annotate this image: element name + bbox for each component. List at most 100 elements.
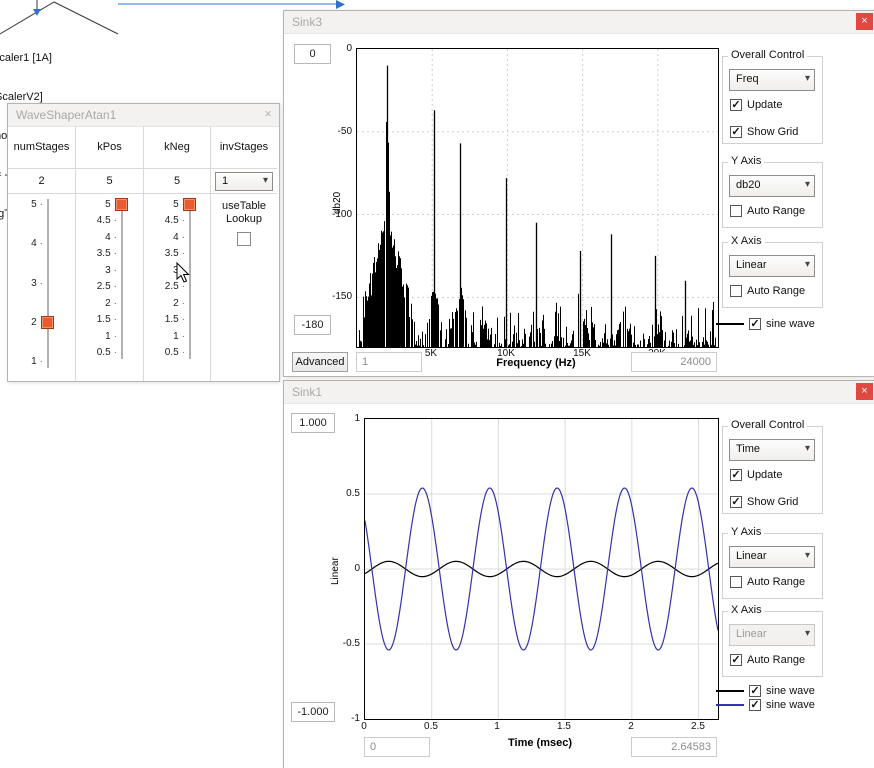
close-button[interactable]: × bbox=[856, 383, 873, 400]
y-axis-label: Linear bbox=[330, 557, 341, 585]
overall-dropdown[interactable]: Freq ▾ bbox=[729, 69, 815, 91]
slider-handle[interactable] bbox=[183, 198, 196, 211]
show-grid-checkbox-row[interactable]: ✓ Show Grid bbox=[730, 495, 798, 509]
y-auto-range-row[interactable]: Auto Range bbox=[730, 204, 805, 218]
checkbox-icon[interactable]: ✓ bbox=[730, 99, 742, 111]
spectrum-plot[interactable] bbox=[356, 48, 719, 348]
checkbox-icon[interactable]: ✓ bbox=[730, 126, 742, 138]
kpos-column: kPos 5 5·4.5·4·3.5·3·2.5·2·1.5·1·0.5· bbox=[76, 126, 144, 381]
close-button[interactable]: × bbox=[856, 13, 873, 30]
legend-line-sample bbox=[716, 704, 744, 706]
checkbox-icon[interactable]: ✓ bbox=[730, 469, 742, 481]
x-axis-dropdown[interactable]: Linear ▾ bbox=[729, 255, 815, 277]
legend-line-sample bbox=[716, 323, 744, 325]
legend-row: ✓ sine wave bbox=[716, 698, 815, 712]
checkbox-label: Auto Range bbox=[747, 285, 805, 297]
usetable-checkbox[interactable] bbox=[237, 232, 251, 246]
slider-handle[interactable] bbox=[115, 198, 128, 211]
sink3-titlebar[interactable]: Sink3 × bbox=[284, 11, 874, 34]
slider-tick: 5· bbox=[8, 199, 43, 211]
y-auto-range-row[interactable]: Auto Range bbox=[730, 575, 805, 589]
checkbox-icon[interactable]: ✓ bbox=[730, 496, 742, 508]
x-auto-range-row[interactable]: ✓ Auto Range bbox=[730, 653, 805, 667]
kneg-value[interactable]: 5 bbox=[144, 169, 210, 194]
waveform-plot[interactable] bbox=[364, 418, 719, 720]
slider-tick: 2· bbox=[144, 298, 185, 310]
y-tick: 0.5 bbox=[332, 488, 360, 499]
legend-label: sine wave bbox=[766, 685, 815, 697]
group-label: X Axis bbox=[728, 235, 765, 247]
checkbox-icon[interactable] bbox=[730, 576, 742, 588]
y-tick: 1 bbox=[332, 413, 360, 424]
checkbox-label: Show Grid bbox=[747, 496, 798, 508]
checkbox-icon[interactable] bbox=[730, 285, 742, 297]
y-tick: -50 bbox=[324, 126, 352, 137]
show-grid-checkbox-row[interactable]: ✓ Show Grid bbox=[730, 125, 798, 139]
x-axis-dropdown[interactable]: Linear ▾ bbox=[729, 624, 815, 646]
chevron-down-icon: ▾ bbox=[263, 175, 268, 186]
legend-checkbox[interactable]: ✓ bbox=[749, 318, 761, 330]
y-axis-dropdown[interactable]: Linear ▾ bbox=[729, 546, 815, 568]
x-axis-label: Frequency (Hz) bbox=[456, 357, 616, 369]
x-auto-range-row[interactable]: Auto Range bbox=[730, 284, 805, 298]
sink1-titlebar[interactable]: Sink1 × bbox=[284, 381, 874, 404]
slider-tick: 1.5· bbox=[76, 314, 117, 326]
x-min-field[interactable]: 1 bbox=[356, 352, 422, 372]
chevron-down-icon: ▾ bbox=[805, 628, 810, 639]
y-max-field[interactable]: 1.000 bbox=[291, 413, 335, 433]
x-tick: 0.5 bbox=[414, 721, 448, 732]
slider-tick: 4· bbox=[144, 232, 185, 244]
close-icon[interactable]: × bbox=[264, 106, 272, 122]
dropdown-value: Linear bbox=[736, 628, 767, 640]
slider-handle[interactable] bbox=[41, 316, 54, 329]
x-max-field[interactable]: 24000 bbox=[631, 352, 717, 372]
numstages-slider[interactable]: 5·4·3·2·1· bbox=[8, 192, 75, 381]
slider-track bbox=[47, 199, 49, 368]
update-checkbox-row[interactable]: ✓ Update bbox=[730, 98, 782, 112]
legend-label: sine wave bbox=[766, 699, 815, 711]
checkbox-icon[interactable]: ✓ bbox=[730, 654, 742, 666]
waveshaper-titlebar[interactable]: WaveShaperAtan1 × bbox=[8, 104, 279, 127]
dropdown-value: 1 bbox=[222, 175, 228, 187]
slider-tick: 4· bbox=[8, 238, 43, 250]
legend-row: ✓ sine wave bbox=[716, 684, 815, 698]
slider-tick: 2· bbox=[76, 298, 117, 310]
sink1-window: Sink1 × 1.000 -1.000 1 0.5 0 -0.5 -1 0 0… bbox=[283, 380, 874, 768]
legend-checkbox[interactable]: ✓ bbox=[749, 699, 761, 711]
dropdown-value: Freq bbox=[736, 73, 759, 85]
chevron-down-icon: ▾ bbox=[805, 259, 810, 270]
kneg-slider[interactable]: 5·4.5·4·3.5·3·2.5·2·1.5·1·0.5· bbox=[144, 192, 210, 381]
y-tick: -0.5 bbox=[332, 638, 360, 649]
y-min-field[interactable]: -180 bbox=[294, 315, 331, 335]
y-axis-dropdown[interactable]: db20 ▾ bbox=[729, 175, 815, 197]
overall-dropdown[interactable]: Time ▾ bbox=[729, 439, 815, 461]
slider-tick: 5· bbox=[144, 199, 185, 211]
window-title: WaveShaperAtan1 bbox=[16, 108, 116, 122]
usetable-lookup-area: useTable Lookup bbox=[211, 192, 277, 381]
debug-line: Scaler1 [1A] bbox=[0, 52, 82, 65]
y-min-field[interactable]: -1.000 bbox=[291, 702, 335, 722]
x-max-field[interactable]: 2.64583 bbox=[631, 737, 717, 757]
update-checkbox-row[interactable]: ✓ Update bbox=[730, 468, 782, 482]
usetable-label: useTable bbox=[211, 200, 277, 212]
legend-checkbox[interactable]: ✓ bbox=[749, 685, 761, 697]
kpos-slider[interactable]: 5·4.5·4·3.5·3·2.5·2·1.5·1·0.5· bbox=[76, 192, 143, 381]
checkbox-label: Update bbox=[747, 469, 782, 481]
y-tick: -150 bbox=[324, 291, 352, 302]
dropdown-value: Linear bbox=[736, 550, 767, 562]
wire-arrow-right-icon bbox=[336, 0, 345, 9]
group-label: X Axis bbox=[728, 604, 765, 616]
slider-tick: 0.5· bbox=[76, 347, 117, 359]
column-header: kPos bbox=[76, 126, 143, 169]
numstages-value[interactable]: 2 bbox=[8, 169, 75, 194]
invstages-dropdown[interactable]: 1 ▾ bbox=[215, 172, 273, 191]
advanced-button[interactable]: Advanced bbox=[292, 352, 348, 372]
checkbox-icon[interactable] bbox=[730, 205, 742, 217]
x-tick: 1 bbox=[480, 721, 514, 732]
slider-tick: 0.5· bbox=[144, 347, 185, 359]
x-min-field[interactable]: 0 bbox=[364, 737, 430, 757]
checkbox-label: Show Grid bbox=[747, 126, 798, 138]
kpos-value[interactable]: 5 bbox=[76, 169, 143, 194]
kneg-column: kNeg 5 5·4.5·4·3.5·3·2.5·2·1.5·1·0.5· bbox=[144, 126, 211, 381]
legend-row: ✓ sine wave bbox=[716, 317, 815, 331]
